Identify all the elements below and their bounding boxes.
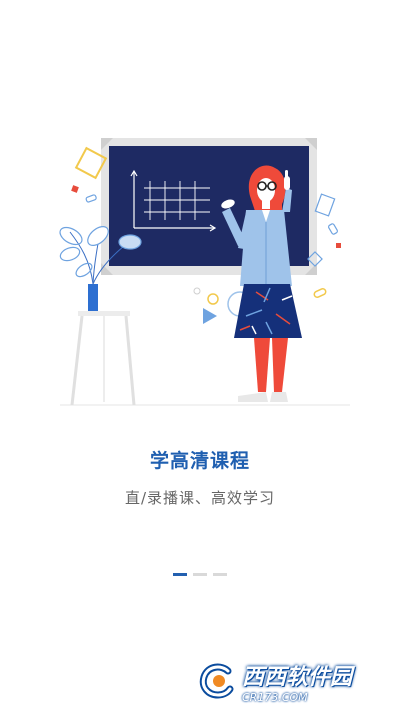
watermark-name: 西西软件园	[242, 664, 353, 690]
site-watermark: 西西软件园 CR173.COM	[198, 661, 380, 704]
page-dot-3[interactable]	[213, 573, 227, 576]
cr-logo-icon	[199, 663, 234, 699]
slide-subtitle: 直/录播课、高效学习	[124, 489, 276, 507]
slide-title: 学高清课程	[149, 450, 250, 472]
page-dot-1[interactable]	[173, 573, 187, 576]
classroom-illustration	[59, 138, 350, 406]
watermark-url: CR173.COM	[242, 690, 308, 704]
page-dot-2[interactable]	[193, 573, 207, 576]
teacher-graphic	[221, 165, 302, 402]
page-indicator	[0, 573, 400, 576]
